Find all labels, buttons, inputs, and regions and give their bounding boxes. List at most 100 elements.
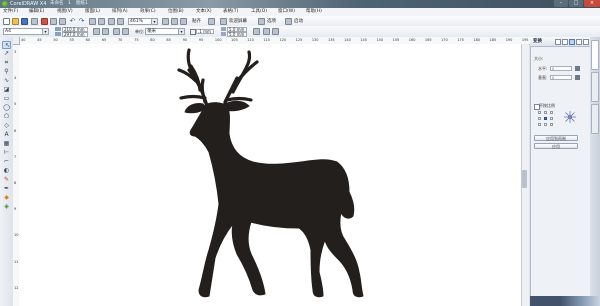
table-tool[interactable]: ▦ — [2, 140, 11, 148]
skew-icon[interactable] — [583, 38, 589, 45]
zoom-out-icon[interactable] — [171, 17, 178, 25]
chevron-down-icon[interactable]: ▾ — [42, 29, 48, 34]
snap-dropdown-icon[interactable] — [208, 17, 215, 25]
export-icon[interactable] — [98, 17, 105, 25]
maximize-button[interactable]: □ — [569, 0, 583, 7]
dimension-tool[interactable]: ⊢ — [2, 149, 11, 157]
minimize-button[interactable]: – — [554, 0, 568, 7]
freehand-tool[interactable]: ∿ — [2, 77, 11, 85]
new-document-icon[interactable] — [3, 17, 10, 25]
copy-icon[interactable] — [50, 17, 57, 25]
mirror-v-icon[interactable] — [575, 75, 580, 80]
anchor-bottom-center[interactable] — [544, 123, 548, 127]
snap-to-label[interactable]: 贴齐 — [192, 18, 201, 25]
launch-icon[interactable] — [285, 17, 292, 25]
units-options-icon[interactable] — [253, 28, 260, 35]
size-icon[interactable] — [576, 38, 582, 45]
ruler-origin[interactable] — [13, 37, 20, 45]
pick-tool[interactable]: ↖ — [2, 41, 11, 49]
anchor-top-center[interactable] — [544, 111, 548, 115]
cut-icon[interactable] — [41, 17, 48, 25]
menu-bitmaps[interactable]: 位图(B) — [168, 8, 184, 16]
all-pages-icon[interactable] — [113, 28, 120, 35]
text-tool[interactable]: A — [2, 131, 11, 139]
anchor-bottom-left[interactable] — [538, 123, 542, 127]
duplicate-x-field[interactable]: 5.0 mm — [227, 26, 247, 32]
menu-layout[interactable]: 版面(L) — [85, 8, 100, 16]
horizontal-size-field[interactable]: 0 — [550, 66, 572, 71]
anchor-center[interactable] — [544, 117, 548, 121]
ellipse-tool[interactable]: ◯ — [2, 104, 11, 112]
menu-edit[interactable]: 编辑(E) — [29, 8, 44, 16]
rectangle-tool[interactable]: ▭ — [2, 95, 11, 103]
apply-to-duplicate-button[interactable]: 应用到再制 — [534, 135, 578, 141]
import-icon[interactable] — [89, 17, 96, 25]
interactive-blend-tool[interactable]: ◐ — [2, 167, 11, 175]
options-icon[interactable] — [258, 17, 265, 25]
zoom-level-combo[interactable]: 461% ▾ — [128, 17, 158, 25]
units-combo[interactable]: 毫米 ▾ — [145, 28, 185, 35]
basic-shapes-tool[interactable]: ◇ — [2, 122, 11, 130]
outline-tool[interactable]: ✒ — [2, 185, 11, 193]
menu-table[interactable]: 表格(T) — [223, 8, 238, 16]
launch-label[interactable]: 启动 — [294, 18, 303, 25]
eyedropper-tool[interactable]: ✎ — [2, 176, 11, 184]
anchor-bottom-right[interactable] — [550, 123, 554, 127]
scrollbar-thumb[interactable] — [522, 170, 527, 188]
position-icon[interactable] — [555, 38, 561, 45]
undo-icon[interactable]: ↶ — [69, 17, 76, 25]
menu-text[interactable]: 文本(X) — [196, 8, 212, 16]
menu-window[interactable]: 窗口(W) — [278, 8, 295, 16]
menu-effects[interactable]: 效果(C) — [140, 8, 156, 16]
shape-tool[interactable]: ↗ — [2, 50, 11, 58]
mirror-h-icon[interactable] — [575, 66, 580, 71]
tab-object-manager[interactable] — [591, 104, 599, 134]
anchor-middle-left[interactable] — [538, 117, 542, 121]
anchor-middle-right[interactable] — [550, 117, 554, 121]
page-width-field[interactable]: 210.0 mm — [62, 26, 88, 32]
interactive-fill-tool[interactable]: ◈ — [2, 203, 11, 211]
tab-object-properties[interactable] — [591, 72, 599, 102]
connector-tool[interactable]: ⌐ — [2, 158, 11, 166]
anchor-top-right[interactable] — [550, 111, 554, 115]
menu-file[interactable]: 文件(F) — [3, 8, 18, 16]
menu-tools[interactable]: 工具(O) — [251, 8, 267, 16]
menu-view[interactable]: 视图(V) — [57, 8, 73, 16]
apply-button[interactable]: 应用 — [534, 143, 578, 149]
anchor-top-left[interactable] — [538, 111, 542, 115]
tab-transform[interactable] — [591, 40, 599, 70]
open-folder-icon[interactable] — [12, 17, 19, 25]
zoom-in-icon[interactable] — [162, 17, 169, 25]
rotate-icon[interactable] — [562, 38, 568, 45]
welcome-icon[interactable] — [220, 17, 227, 25]
current-page-icon[interactable] — [122, 28, 129, 35]
chevron-down-icon[interactable]: ▾ — [178, 29, 184, 34]
paste-icon[interactable] — [59, 17, 66, 25]
portrait-icon[interactable] — [93, 28, 100, 35]
app-launcher-icon[interactable] — [108, 17, 115, 25]
fill-tool[interactable]: ◆ — [2, 194, 11, 202]
nudge-field[interactable]: .1 mm — [196, 29, 214, 34]
landscape-icon[interactable] — [102, 28, 109, 35]
zoom-fit-icon[interactable] — [180, 17, 187, 25]
drawing-canvas[interactable] — [19, 44, 528, 306]
polygon-tool[interactable]: ⬠ — [2, 113, 11, 121]
page-options-icon[interactable] — [272, 28, 279, 35]
chevron-down-icon[interactable]: ▾ — [151, 18, 157, 24]
treat-as-filled-icon[interactable] — [263, 28, 270, 35]
close-button[interactable]: × — [584, 0, 600, 7]
options-label[interactable]: 选项 — [267, 18, 276, 25]
welcome-screen-icon[interactable] — [117, 17, 124, 25]
welcome-screen-label[interactable]: 欢迎屏幕 — [229, 18, 247, 25]
scale-mirror-icon[interactable] — [569, 38, 575, 45]
vertical-size-field[interactable]: 0 — [550, 75, 572, 80]
page-size-combo[interactable]: A4 ▾ — [3, 28, 49, 35]
crop-tool[interactable]: ⌗ — [2, 59, 11, 67]
menu-arrange[interactable]: 排列(A) — [112, 8, 128, 16]
menu-help[interactable]: 帮助(H) — [306, 8, 322, 16]
zoom-tool[interactable]: ⚲ — [2, 68, 11, 76]
smart-fill-tool[interactable]: ◪ — [2, 86, 11, 94]
redo-icon[interactable]: ↷ — [78, 17, 85, 25]
deer-silhouette[interactable] — [19, 44, 528, 306]
save-icon[interactable] — [21, 17, 28, 25]
